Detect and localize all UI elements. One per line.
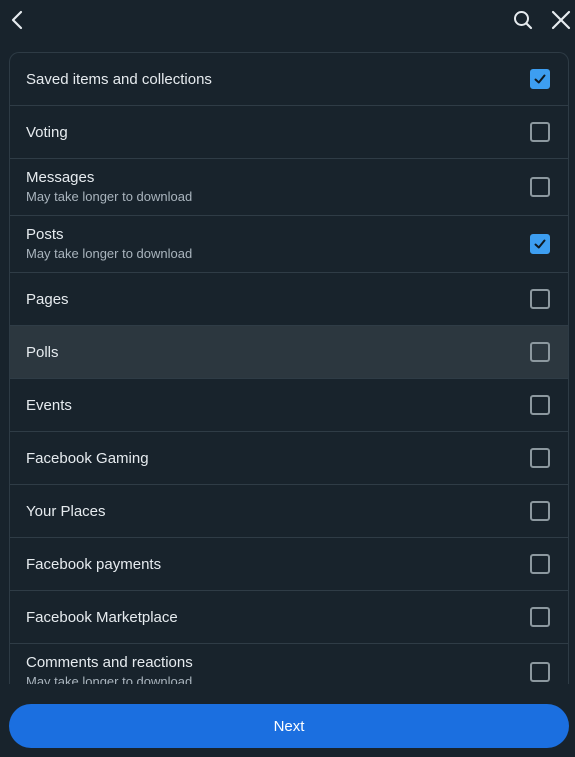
checkmark-icon [534,239,546,249]
list-item[interactable]: Voting [10,106,568,159]
list-item-subtitle: May take longer to download [26,246,193,261]
checkbox[interactable] [530,342,550,362]
top-bar [0,0,575,40]
list-item-title: Saved items and collections [26,71,212,88]
list-item-subtitle: May take longer to download [26,674,193,684]
list-item-subtitle: May take longer to download [26,189,193,204]
list-item-title: Comments and reactions [26,654,193,671]
checkbox[interactable] [530,662,550,682]
next-button[interactable]: Next [9,704,569,748]
checkbox[interactable] [530,395,550,415]
list-item-title: Facebook Gaming [26,450,149,467]
list-item[interactable]: Events [10,379,568,432]
list-item[interactable]: Posts May take longer to download [10,216,568,273]
checkbox[interactable] [530,607,550,627]
chevron-left-icon [11,10,23,30]
checkmark-icon [534,74,546,84]
list-item-title: Messages [26,169,95,186]
checkbox[interactable] [530,554,550,574]
checkbox[interactable] [530,122,550,142]
list-item-title: Events [26,397,72,414]
checkbox[interactable] [530,289,550,309]
checkbox[interactable] [530,448,550,468]
list-item[interactable]: Your Places [10,485,568,538]
back-button[interactable] [5,7,31,33]
checkbox-checked[interactable] [530,234,550,254]
checkbox-checked[interactable] [530,69,550,89]
list-item[interactable]: Messages May take longer to download [10,159,568,216]
list-item-title: Pages [26,291,69,308]
list-item[interactable]: Comments and reactions May take longer to… [10,644,568,684]
list-item[interactable]: Facebook payments [10,538,568,591]
list-item-title: Facebook Marketplace [26,609,178,626]
list-item-title: Polls [26,344,59,361]
list-item[interactable]: Saved items and collections [10,53,568,106]
list-item-title: Voting [26,124,68,141]
list-item[interactable]: Facebook Marketplace [10,591,568,644]
close-icon [551,10,571,30]
checkbox[interactable] [530,177,550,197]
search-icon [514,11,533,30]
list-item[interactable]: Polls [10,326,568,379]
data-category-list: Saved items and collections Voting Message… [9,52,569,684]
list-item[interactable]: Facebook Gaming [10,432,568,485]
close-button[interactable] [548,7,574,33]
list-item-title: Your Places [26,503,106,520]
list-item-title: Facebook payments [26,556,162,573]
search-button[interactable] [510,7,536,33]
list-item-title: Posts [26,226,64,243]
checkbox[interactable] [530,501,550,521]
list-item[interactable]: Pages [10,273,568,326]
